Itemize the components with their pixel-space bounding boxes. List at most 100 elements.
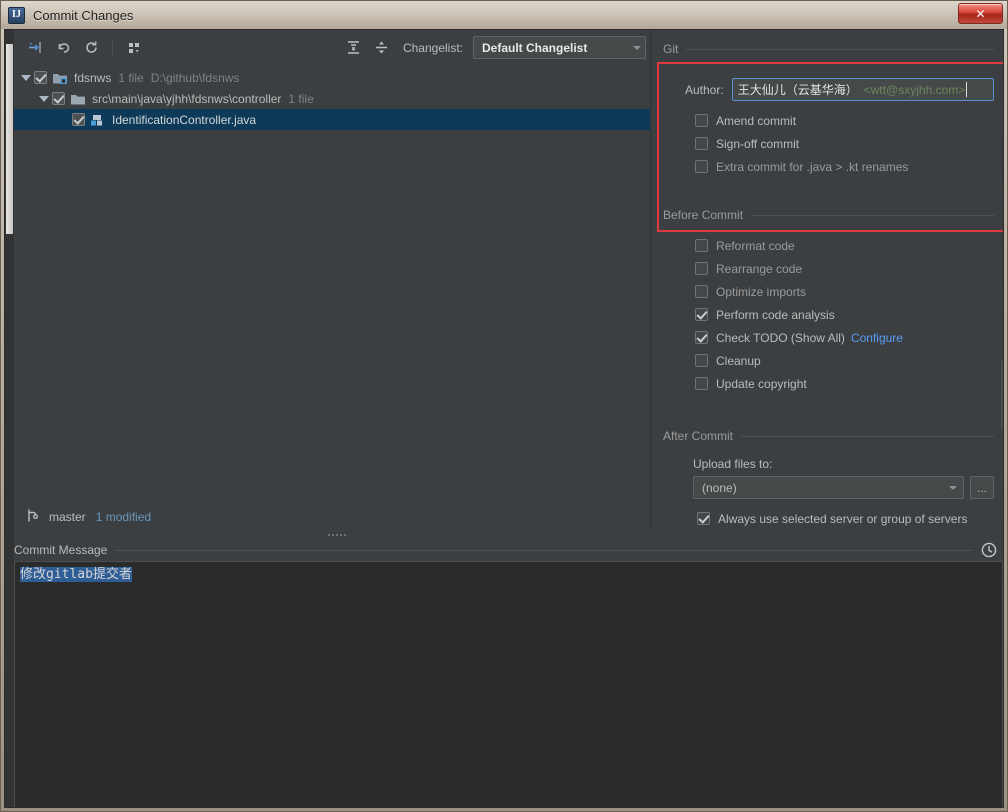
group-by-icon[interactable]	[121, 36, 147, 60]
always-use-server-label: Always use selected server or group of s…	[718, 511, 968, 526]
toolbar-separator	[112, 38, 113, 57]
tree-twisty[interactable]	[36, 95, 52, 102]
author-email-text: <wtt@sxyjhh.com>	[863, 82, 966, 97]
row-checkbox[interactable]	[34, 71, 47, 84]
after-commit-header: After Commit	[663, 425, 994, 447]
clock-history-icon[interactable]	[980, 541, 998, 559]
optimize-imports-checkbox[interactable]: Optimize imports	[663, 280, 994, 303]
window-title: Commit Changes	[33, 7, 134, 23]
configure-link[interactable]: Configure	[851, 331, 903, 345]
checkbox-box[interactable]	[695, 239, 708, 252]
upload-server-value: (none)	[702, 480, 737, 495]
sign-off-commit-checkbox[interactable]: Sign-off commit	[663, 132, 994, 155]
upper-split: Changelist: Default Changelist fdsnws 1 …	[5, 30, 1003, 530]
options-scrollbar[interactable]	[1000, 30, 1003, 530]
extra-commit-renames-checkbox[interactable]: Extra commit for .java > .kt renames	[663, 155, 994, 178]
changelist-combobox[interactable]: Default Changelist	[473, 36, 646, 59]
dialog-client-area: Changelist: Default Changelist fdsnws 1 …	[4, 29, 1004, 808]
refresh-icon[interactable]	[78, 36, 104, 60]
extra-commit-renames-label: Extra commit for .java > .kt renames	[716, 159, 909, 174]
tree-label: src\main\java\yjhh\fdsnws\controller	[92, 91, 282, 106]
row-checkbox[interactable]	[72, 113, 85, 126]
checkbox-box[interactable]	[695, 114, 708, 127]
intellij-idea-icon: IJ	[8, 6, 25, 24]
commit-message-input[interactable]: 修改gitlab提交者	[14, 561, 1003, 807]
checkbox-box[interactable]	[695, 377, 708, 390]
checkbox-box[interactable]	[695, 308, 708, 321]
show-diff-icon[interactable]	[22, 36, 48, 60]
changes-tree[interactable]: fdsnws 1 file D:\github\fdsnws src\main\…	[14, 65, 650, 504]
changes-toolbar: Changelist: Default Changelist	[14, 30, 650, 65]
after-commit-group: After Commit Upload files to: (none) ...	[651, 395, 1003, 530]
perform-code-analysis-checkbox[interactable]: Perform code analysis	[663, 303, 994, 326]
expand-all-icon[interactable]	[341, 36, 367, 60]
checkbox-box[interactable]	[695, 354, 708, 367]
commit-changes-window: IJ Commit Changes ✕ Changelist: Default …	[0, 0, 1008, 812]
upload-server-combobox[interactable]: (none)	[693, 476, 964, 499]
commit-message-section: Commit Message 修改gitlab提交者	[5, 539, 1003, 807]
splitter-grip	[326, 532, 347, 537]
update-copyright-label: Update copyright	[716, 376, 807, 391]
author-row: Author: 王大仙儿（云基华海） <wtt@sxyjhh.com>	[663, 78, 994, 101]
reformat-code-checkbox[interactable]: Reformat code	[663, 234, 994, 257]
upload-row: (none) ...	[693, 476, 994, 499]
group-divider	[686, 48, 994, 50]
left-edge-scrollbar[interactable]	[5, 30, 14, 807]
chevron-down-icon	[949, 485, 957, 490]
collapse-all-icon[interactable]	[369, 36, 395, 60]
rearrange-code-checkbox[interactable]: Rearrange code	[663, 257, 994, 280]
sign-off-commit-label: Sign-off commit	[716, 136, 800, 151]
commit-options-pane: Git Author: 王大仙儿（云基华海） <wtt@sxyjhh.com>	[650, 30, 1003, 530]
revert-icon[interactable]	[50, 36, 76, 60]
always-use-server-checkbox[interactable]: Always use selected server or group of s…	[665, 507, 994, 530]
tree-path: D:\github\fdsnws	[150, 70, 240, 85]
before-commit-group: Before Commit Reformat code Rearrange co…	[651, 178, 1003, 395]
upload-browse-button[interactable]: ...	[970, 476, 994, 499]
git-branch-icon	[26, 508, 39, 526]
left-scrollbar-thumb[interactable]	[6, 44, 13, 234]
table-row[interactable]: IdentificationController.java	[14, 109, 650, 130]
reformat-code-label: Reformat code	[716, 238, 795, 253]
module-folder-icon	[52, 71, 69, 85]
tree-twisty[interactable]	[18, 74, 34, 81]
table-row[interactable]: fdsnws 1 file D:\github\fdsnws	[14, 67, 650, 88]
checkbox-box[interactable]	[695, 160, 708, 173]
author-label: Author:	[685, 82, 724, 97]
checkbox-box[interactable]	[695, 262, 708, 275]
git-group-title: Git	[663, 42, 679, 56]
branch-name[interactable]: master	[49, 510, 86, 524]
checkbox-box[interactable]	[695, 331, 708, 344]
tree-label: IdentificationController.java	[112, 112, 257, 127]
author-name-text: 王大仙儿（云基华海）	[737, 83, 858, 97]
group-divider	[741, 435, 994, 437]
checkbox-box[interactable]	[695, 137, 708, 150]
row-checkbox[interactable]	[52, 92, 65, 105]
tree-label: fdsnws	[74, 70, 112, 85]
checkbox-box[interactable]	[695, 285, 708, 298]
update-copyright-checkbox[interactable]: Update copyright	[663, 372, 994, 395]
changelist-value: Default Changelist	[482, 40, 588, 55]
changelist-label: Changelist:	[402, 40, 463, 55]
title-bar: IJ Commit Changes ✕	[1, 1, 1007, 29]
horizontal-splitter[interactable]	[14, 530, 659, 539]
after-commit-body: Upload files to: (none) ... Always use s…	[663, 447, 994, 530]
amend-commit-checkbox[interactable]: Amend commit	[663, 109, 994, 132]
after-commit-title: After Commit	[663, 429, 734, 443]
git-group-header: Git	[663, 38, 994, 60]
changes-pane: Changelist: Default Changelist fdsnws 1 …	[5, 30, 650, 530]
close-icon[interactable]: ✕	[958, 3, 1003, 24]
modified-count[interactable]: 1 modified	[96, 510, 151, 524]
checkbox-box[interactable]	[697, 512, 710, 525]
commit-message-label: Commit Message	[14, 543, 108, 557]
rearrange-code-label: Rearrange code	[716, 261, 803, 276]
check-todo-label: Check TODO (Show All)	[716, 330, 845, 345]
author-input[interactable]: 王大仙儿（云基华海） <wtt@sxyjhh.com>	[731, 78, 994, 101]
table-row[interactable]: src\main\java\yjhh\fdsnws\controller 1 f…	[14, 88, 650, 109]
check-todo-checkbox[interactable]: Check TODO (Show All) Configure	[663, 326, 994, 349]
amend-commit-label: Amend commit	[716, 113, 797, 128]
cleanup-checkbox[interactable]: Cleanup	[663, 349, 994, 372]
options-scrollbar-thumb[interactable]	[1001, 360, 1003, 430]
group-divider	[115, 549, 972, 551]
text-caret	[966, 82, 968, 97]
perform-code-analysis-label: Perform code analysis	[716, 307, 835, 322]
